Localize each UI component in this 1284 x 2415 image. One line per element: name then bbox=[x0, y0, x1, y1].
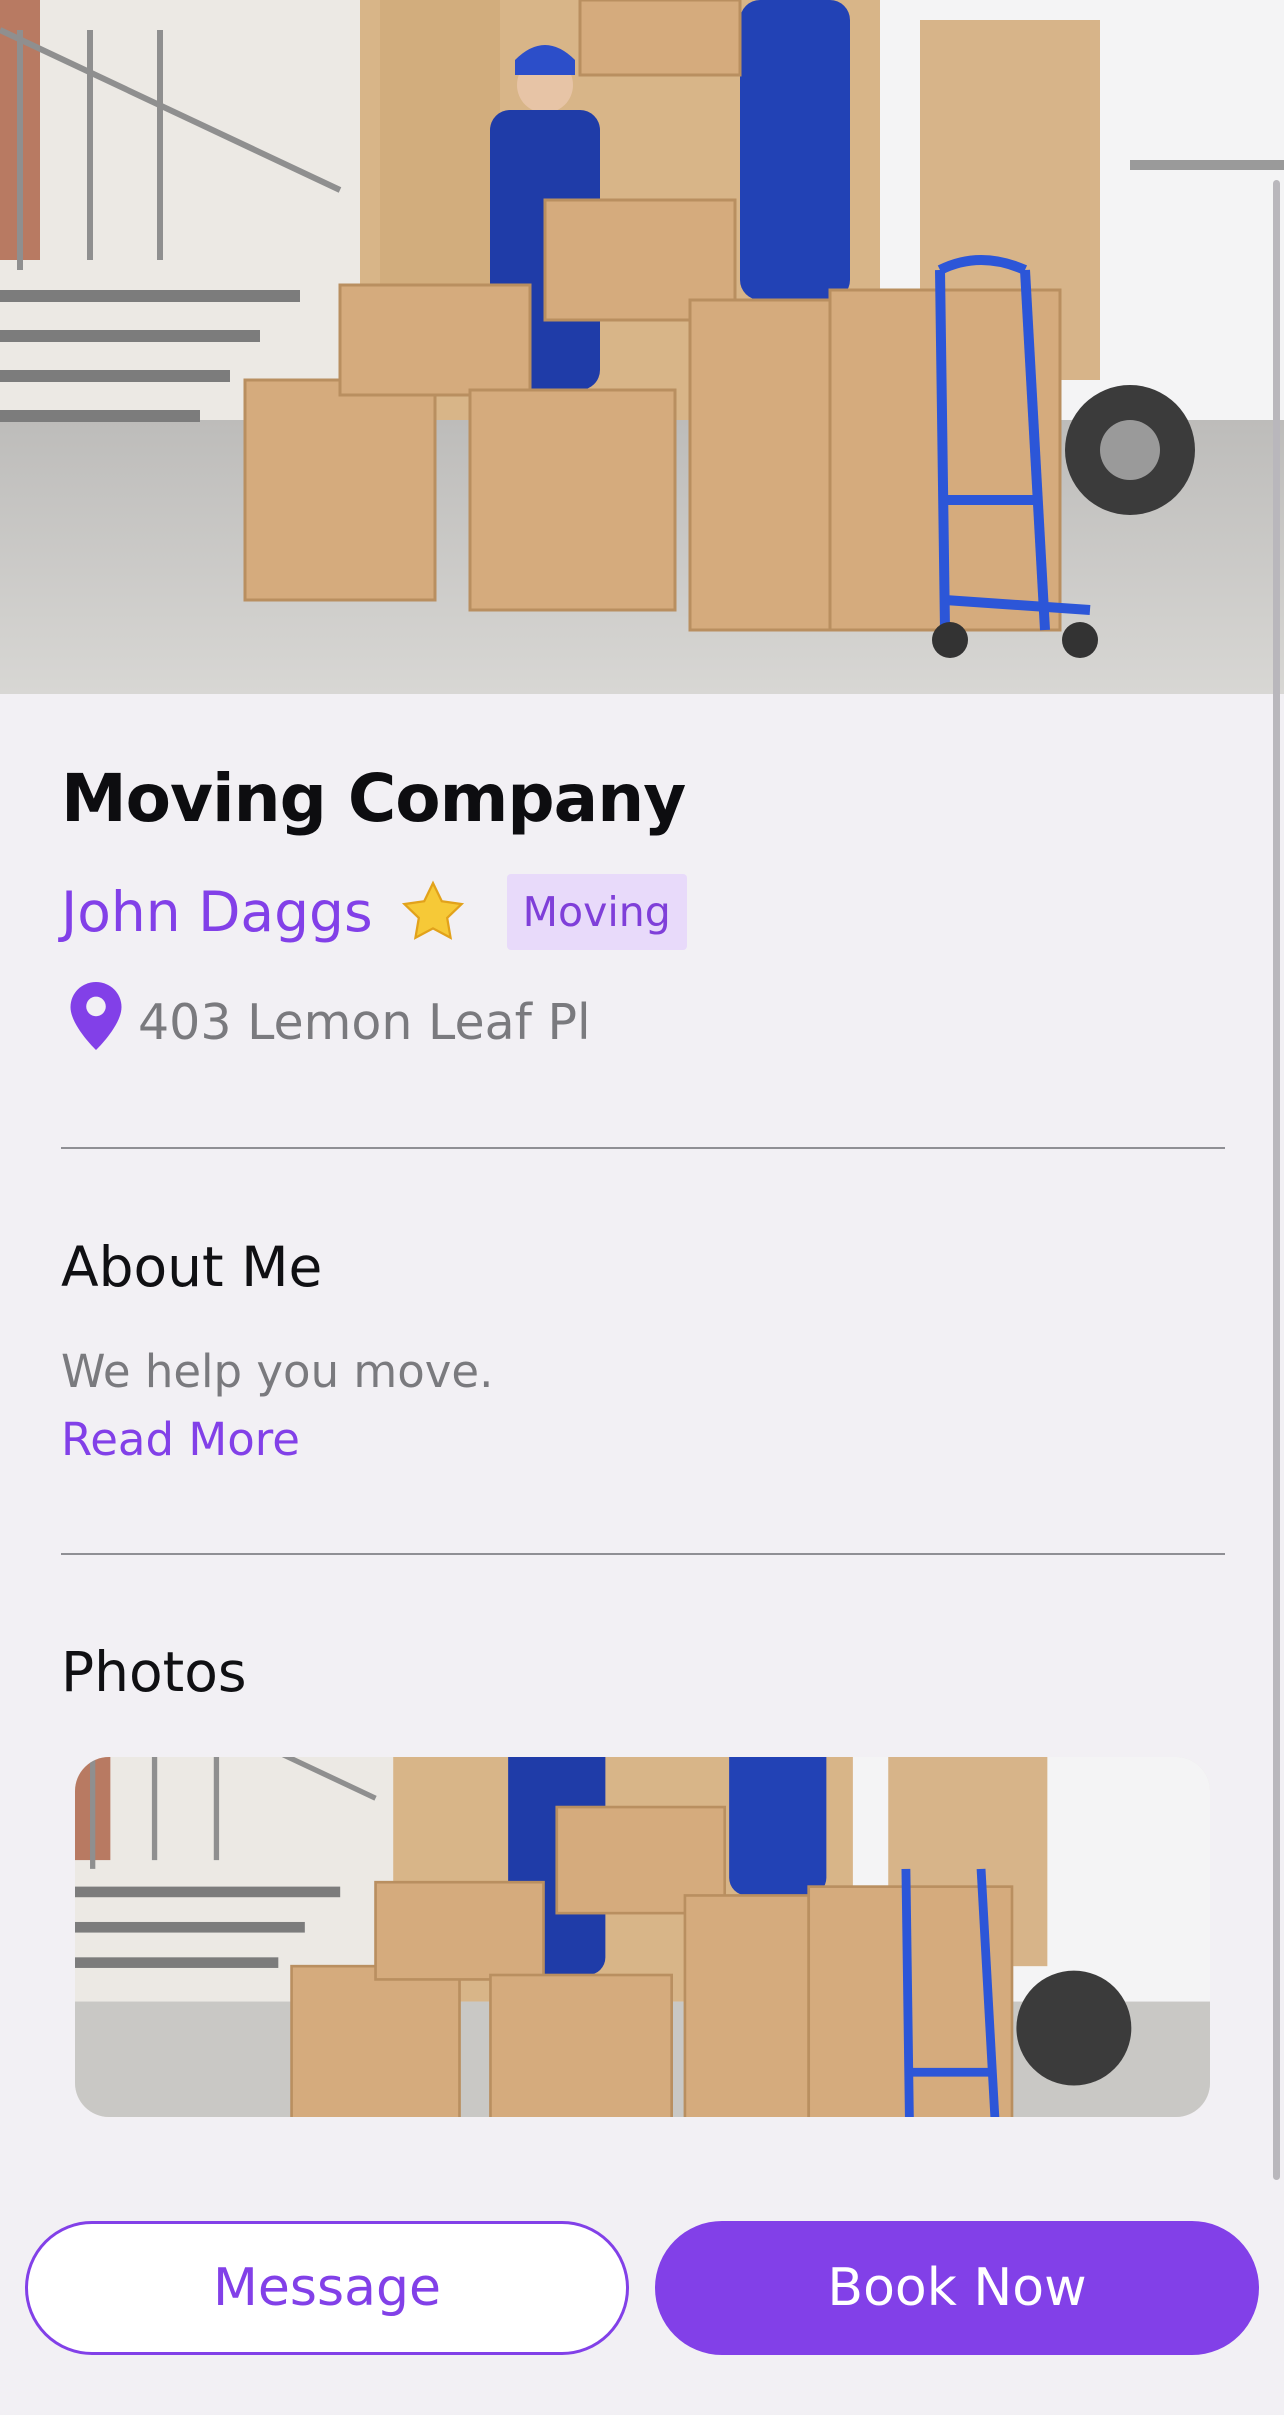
owner-row: John Daggs Moving bbox=[61, 872, 687, 952]
divider bbox=[61, 1147, 1225, 1149]
map-pin-icon bbox=[70, 981, 122, 1050]
movers-loading-van-image bbox=[0, 0, 1284, 694]
gallery-photo[interactable] bbox=[75, 1757, 1210, 2117]
category-badge: Moving bbox=[506, 874, 687, 950]
divider bbox=[61, 1553, 1225, 1555]
hero-photo bbox=[0, 0, 1284, 694]
star-icon bbox=[401, 880, 464, 940]
read-more-link[interactable]: Read More bbox=[61, 1413, 300, 1466]
location-row: 403 Lemon Leaf Pl bbox=[70, 980, 591, 1051]
owner-name[interactable]: John Daggs bbox=[61, 880, 373, 944]
message-button[interactable]: Message bbox=[25, 2221, 629, 2355]
address-text: 403 Lemon Leaf Pl bbox=[138, 994, 591, 1051]
photos-heading: Photos bbox=[61, 1640, 247, 1704]
book-now-button[interactable]: Book Now bbox=[655, 2221, 1259, 2355]
scrollbar[interactable] bbox=[1273, 180, 1280, 2180]
movers-loading-van-thumbnail bbox=[75, 1757, 1210, 2117]
business-title: Moving Company bbox=[61, 760, 686, 837]
about-text: We help you move. bbox=[61, 1345, 494, 1398]
business-profile-page: Moving Company John Daggs Moving 403 Lem… bbox=[0, 0, 1284, 2415]
about-heading: About Me bbox=[61, 1235, 323, 1299]
